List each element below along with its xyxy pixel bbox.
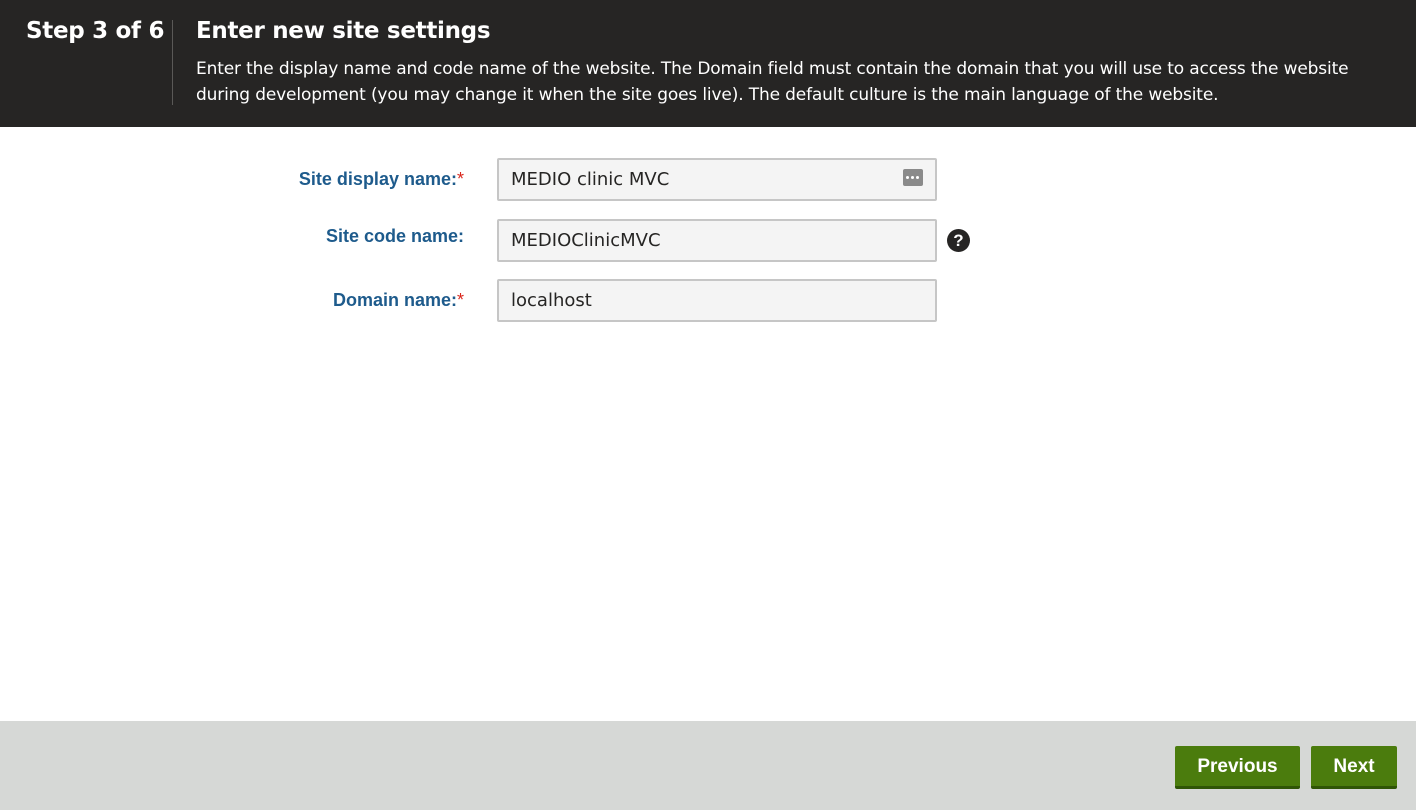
domain-name-input[interactable]: [497, 279, 937, 322]
site-code-name-label-text: Site code name:: [325, 226, 464, 246]
domain-name-label: Domain name:*: [333, 290, 464, 311]
step-indicator: Step 3 of 6: [26, 18, 165, 44]
password-manager-icon[interactable]: [903, 169, 923, 186]
wizard-header: Step 3 of 6 Enter new site settings Ente…: [0, 0, 1416, 127]
domain-name-label-text: Domain name:: [332, 290, 457, 310]
site-display-name-input[interactable]: [497, 158, 937, 201]
header-divider: [172, 20, 173, 105]
page-title: Enter new site settings: [196, 18, 491, 44]
site-code-name-input[interactable]: [497, 219, 937, 262]
site-display-name-label-text: Site display name:: [298, 169, 457, 189]
site-code-name-label: Site code name:: [326, 226, 464, 247]
next-button[interactable]: Next: [1311, 746, 1397, 789]
previous-button[interactable]: Previous: [1175, 746, 1300, 789]
page-description: Enter the display name and code name of …: [196, 59, 1349, 105]
help-icon[interactable]: ?: [947, 229, 970, 252]
required-marker: *: [456, 290, 464, 310]
site-display-name-label: Site display name:*: [299, 169, 464, 190]
required-marker: *: [456, 169, 464, 189]
